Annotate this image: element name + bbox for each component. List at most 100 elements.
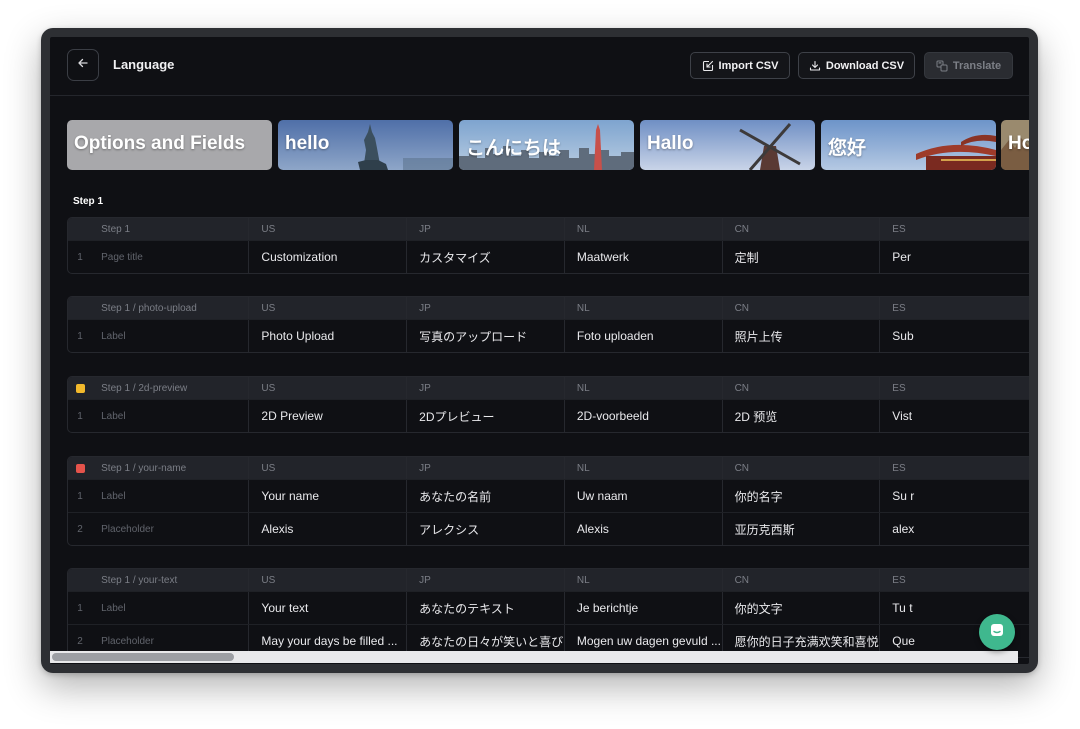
column-es: ES: [879, 218, 1029, 240]
status-cell: [68, 297, 92, 319]
cell-nl[interactable]: Foto uploaden: [563, 320, 722, 352]
translation-table: Step 1 / photo-upload US JP NL CN ES 1 L…: [67, 296, 1029, 353]
tile-options-and-fields[interactable]: Options and Fields: [67, 120, 272, 170]
tile-es[interactable]: Ho: [1001, 120, 1029, 170]
scrollbar-thumb[interactable]: [52, 653, 234, 661]
column-es: ES: [879, 457, 1029, 479]
cell-nl[interactable]: Je berichtje: [563, 592, 722, 624]
tile-jp[interactable]: こんにちは: [459, 120, 634, 170]
cell-cn[interactable]: 你的名字: [721, 480, 880, 512]
device-frame: Language Import CSV Download CSV Transla…: [41, 28, 1038, 673]
download-csv-button[interactable]: Download CSV: [798, 52, 915, 79]
field-name: Placeholder: [101, 523, 154, 535]
cell-cn[interactable]: 2D 预览: [721, 400, 880, 432]
cell-es[interactable]: Vist: [879, 400, 1029, 432]
cell-us[interactable]: Customization: [248, 241, 406, 273]
field-name: Page title: [101, 251, 143, 263]
cell-jp[interactable]: カスタマイズ: [406, 241, 564, 273]
field-path: Step 1 / your-text: [101, 574, 178, 586]
tile-label: hello: [285, 133, 330, 154]
tile-label: こんにちは: [466, 138, 562, 159]
table-row: 1 Label 2D Preview 2Dプレビュー 2D-voorbeeld …: [68, 399, 1029, 432]
field-path: Step 1 / photo-upload: [101, 302, 197, 314]
table-header-row: Step 1 / your-text US JP NL CN ES: [68, 569, 1029, 591]
cell-es[interactable]: Sub: [879, 320, 1029, 352]
cell-nl[interactable]: 2D-voorbeeld: [563, 400, 722, 432]
download-csv-label: Download CSV: [825, 59, 905, 72]
cell-cn[interactable]: 亚历克西斯: [721, 513, 880, 545]
status-cell: [68, 377, 92, 399]
table-header-row: Step 1 US JP NL CN ES: [68, 218, 1029, 240]
import-icon: [702, 60, 714, 72]
column-us: US: [248, 218, 406, 240]
cell-cn[interactable]: 你的文字: [721, 592, 880, 624]
translate-button[interactable]: Translate: [924, 52, 1013, 79]
column-es: ES: [879, 377, 1029, 399]
cell-nl[interactable]: Maatwerk: [563, 241, 722, 273]
field-name: Label: [101, 410, 126, 422]
tile-nl[interactable]: Hallo: [640, 120, 815, 170]
column-jp: JP: [406, 569, 564, 591]
status-cell: [68, 569, 92, 591]
tile-cn[interactable]: 您好: [821, 120, 996, 170]
column-jp: JP: [406, 457, 564, 479]
back-button[interactable]: [67, 49, 99, 81]
row-number: 1: [77, 410, 83, 422]
table-row: 1 Page title Customization カスタマイズ Maatwe…: [68, 240, 1029, 273]
row-number: 2: [77, 523, 83, 535]
table-header-row: Step 1 / your-name US JP NL CN ES: [68, 457, 1029, 479]
tile-label: 您好: [828, 138, 867, 159]
table-header-row: Step 1 / 2d-preview US JP NL CN ES: [68, 377, 1029, 399]
column-cn: CN: [721, 569, 880, 591]
cell-us[interactable]: Alexis: [248, 513, 406, 545]
translate-label: Translate: [952, 59, 1002, 72]
cell-us[interactable]: 2D Preview: [248, 400, 406, 432]
cell-nl[interactable]: Uw naam: [563, 480, 722, 512]
field-path: Step 1: [101, 223, 131, 235]
column-jp: JP: [406, 377, 564, 399]
chat-icon: [989, 622, 1005, 643]
cell-jp[interactable]: あなたのテキスト: [406, 592, 564, 624]
column-cn: CN: [721, 457, 880, 479]
translation-table: Step 1 US JP NL CN ES 1 Page title Custo…: [67, 217, 1029, 274]
column-nl: NL: [563, 569, 722, 591]
cell-jp[interactable]: 写真のアップロード: [406, 320, 564, 352]
column-es: ES: [879, 569, 1029, 591]
cell-jp[interactable]: 2Dプレビュー: [406, 400, 564, 432]
cell-es[interactable]: alex: [879, 513, 1029, 545]
table-header-row: Step 1 / photo-upload US JP NL CN ES: [68, 297, 1029, 319]
row-number: 1: [77, 602, 83, 614]
cell-us[interactable]: Photo Upload: [248, 320, 406, 352]
column-cn: CN: [721, 297, 880, 319]
column-es: ES: [879, 297, 1029, 319]
tile-label: Options and Fields: [74, 133, 246, 154]
column-jp: JP: [406, 218, 564, 240]
cell-jp[interactable]: アレクシス: [406, 513, 564, 545]
status-indicator-error: [75, 463, 85, 473]
table-row: 1 Label Your text あなたのテキスト Je berichtje …: [68, 591, 1029, 624]
horizontal-scrollbar[interactable]: [50, 651, 1018, 663]
cell-cn[interactable]: 定制: [721, 241, 880, 273]
download-icon: [809, 60, 821, 72]
cell-us[interactable]: Your text: [248, 592, 406, 624]
column-us: US: [248, 457, 406, 479]
cell-cn[interactable]: 照片上传: [721, 320, 880, 352]
tile-us[interactable]: hello: [278, 120, 453, 170]
chat-button[interactable]: [979, 614, 1015, 650]
top-bar: Language Import CSV Download CSV Transla…: [50, 37, 1029, 96]
column-nl: NL: [563, 377, 722, 399]
cell-us[interactable]: Your name: [248, 480, 406, 512]
cell-nl[interactable]: Alexis: [563, 513, 722, 545]
import-csv-button[interactable]: Import CSV: [690, 52, 790, 79]
table-row: 2 Placeholder Alexis アレクシス Alexis 亚历克西斯 …: [68, 512, 1029, 545]
cell-jp[interactable]: あなたの名前: [406, 480, 564, 512]
cell-es[interactable]: Su r: [879, 480, 1029, 512]
cell-es[interactable]: Per: [879, 241, 1029, 273]
table-row: 1 Label Photo Upload 写真のアップロード Foto uplo…: [68, 319, 1029, 352]
row-number: 1: [77, 251, 83, 263]
page-title: Language: [113, 57, 175, 72]
translation-table: Step 1 / your-name US JP NL CN ES 1 Labe…: [67, 456, 1029, 546]
field-name: Label: [101, 602, 126, 614]
column-cn: CN: [721, 377, 880, 399]
arrow-left-icon: [77, 56, 89, 74]
